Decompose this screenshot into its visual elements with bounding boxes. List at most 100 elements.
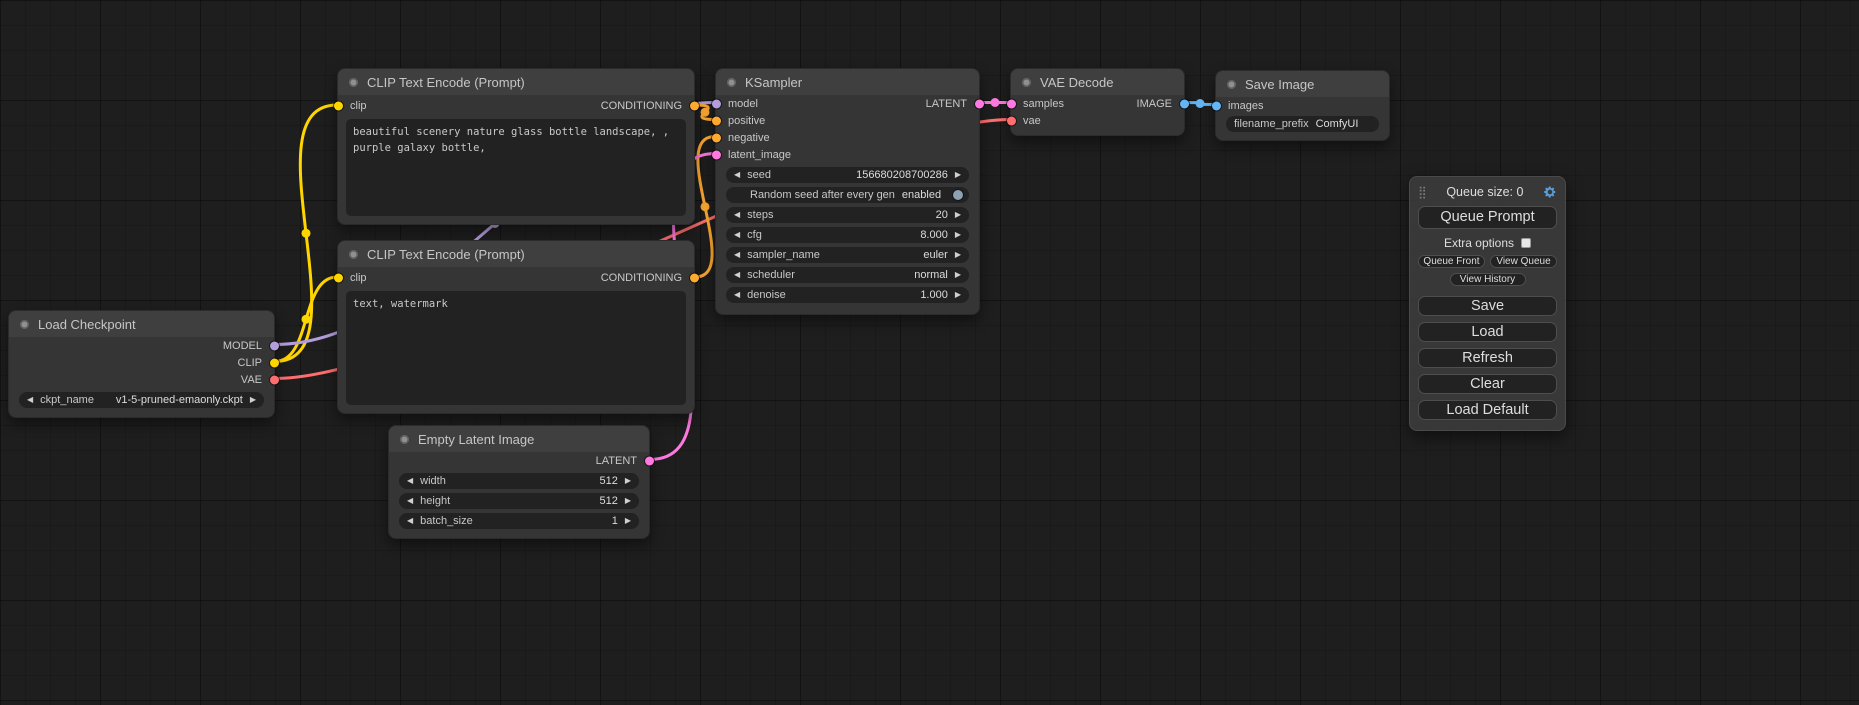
drag-handle-icon[interactable]: ⣿ <box>1418 186 1427 198</box>
height-stepper[interactable]: ◀ height 512 ▶ <box>399 493 639 509</box>
sampler-name-combo[interactable]: ◀ sampler_name euler ▶ <box>726 247 969 263</box>
increment-arrow-icon[interactable]: ▶ <box>625 517 631 525</box>
node-titlebar[interactable]: KSampler <box>716 69 979 95</box>
conditioning-output-slot[interactable] <box>690 274 699 283</box>
node-titlebar[interactable]: Empty Latent Image <box>389 426 649 452</box>
clear-button[interactable]: Clear <box>1418 374 1557 394</box>
collapse-toggle-icon[interactable] <box>1227 80 1236 89</box>
decrement-arrow-icon[interactable]: ◀ <box>27 396 33 404</box>
node-titlebar[interactable]: Save Image <box>1216 71 1389 97</box>
clip-output-slot[interactable] <box>270 358 279 367</box>
node-empty-latent-image[interactable]: Empty Latent Image LATENT ◀ width 512 ▶ … <box>388 425 650 539</box>
decrement-arrow-icon[interactable]: ◀ <box>734 291 740 299</box>
increment-arrow-icon[interactable]: ▶ <box>625 497 631 505</box>
images-input-slot[interactable] <box>1212 101 1221 110</box>
positive-input-label: positive <box>728 115 765 127</box>
queue-panel[interactable]: ⣿ Queue size: 0 Queue Prompt Extra optio… <box>1409 176 1566 431</box>
conditioning-output-slot[interactable] <box>690 102 699 111</box>
increment-arrow-icon[interactable]: ▶ <box>955 211 961 219</box>
collapse-toggle-icon[interactable] <box>20 320 29 329</box>
node-clip-text-encode-positive[interactable]: CLIP Text Encode (Prompt) clip CONDITION… <box>337 68 695 225</box>
ckpt-name-combo[interactable]: ◀ ckpt_name v1-5-pruned-emaonly.ckpt ▶ <box>19 392 264 408</box>
increment-arrow-icon[interactable]: ▶ <box>250 396 256 404</box>
comfyui-canvas[interactable]: { "colors": { "model": "#B39DDB", "clip"… <box>0 0 1859 705</box>
clip-input-slot[interactable] <box>334 274 343 283</box>
decrement-arrow-icon[interactable]: ◀ <box>734 231 740 239</box>
vae-output-slot[interactable] <box>270 375 279 384</box>
negative-input-slot[interactable] <box>712 133 721 142</box>
seed-stepper[interactable]: ◀ seed 156680208700286 ▶ <box>726 167 969 183</box>
node-titlebar[interactable]: CLIP Text Encode (Prompt) <box>338 69 694 95</box>
node-title: KSampler <box>745 75 802 90</box>
node-clip-text-encode-negative[interactable]: CLIP Text Encode (Prompt) clip CONDITION… <box>337 240 695 414</box>
negative-prompt-textarea[interactable]: text, watermark <box>346 291 686 405</box>
decrement-arrow-icon[interactable]: ◀ <box>407 477 413 485</box>
load-button[interactable]: Load <box>1418 322 1557 342</box>
collapse-toggle-icon[interactable] <box>349 78 358 87</box>
increment-arrow-icon[interactable]: ▶ <box>955 171 961 179</box>
positive-input-slot[interactable] <box>712 116 721 125</box>
collapse-toggle-icon[interactable] <box>400 435 409 444</box>
view-history-button[interactable]: View History <box>1450 273 1526 286</box>
latent-output-slot[interactable] <box>645 456 654 465</box>
decrement-arrow-icon[interactable]: ◀ <box>734 271 740 279</box>
steps-stepper[interactable]: ◀ steps 20 ▶ <box>726 207 969 223</box>
queue-prompt-button[interactable]: Queue Prompt <box>1418 206 1557 229</box>
model-output-slot[interactable] <box>270 341 279 350</box>
increment-arrow-icon[interactable]: ▶ <box>955 251 961 259</box>
latent-image-input-label: latent_image <box>728 149 791 161</box>
vae-input-label: vae <box>1023 115 1041 127</box>
slot-row: latent_image <box>716 146 979 163</box>
widget-value: ComfyUI <box>1316 118 1359 130</box>
node-vae-decode[interactable]: VAE Decode samples IMAGE vae <box>1010 68 1185 136</box>
clip-input-slot[interactable] <box>334 102 343 111</box>
save-button[interactable]: Save <box>1418 296 1557 316</box>
increment-arrow-icon[interactable]: ▶ <box>955 231 961 239</box>
decrement-arrow-icon[interactable]: ◀ <box>734 251 740 259</box>
node-titlebar[interactable]: VAE Decode <box>1011 69 1184 95</box>
batch-size-stepper[interactable]: ◀ batch_size 1 ▶ <box>399 513 639 529</box>
increment-arrow-icon[interactable]: ▶ <box>625 477 631 485</box>
samples-input-slot[interactable] <box>1007 99 1016 108</box>
latent-image-input-slot[interactable] <box>712 150 721 159</box>
node-title: VAE Decode <box>1040 75 1113 90</box>
node-ksampler[interactable]: KSampler model LATENT positive negative … <box>715 68 980 315</box>
cfg-stepper[interactable]: ◀ cfg 8.000 ▶ <box>726 227 969 243</box>
decrement-arrow-icon[interactable]: ◀ <box>407 497 413 505</box>
collapse-toggle-icon[interactable] <box>349 250 358 259</box>
node-load-checkpoint[interactable]: Load Checkpoint MODEL CLIP VAE ◀ ckpt_na… <box>8 310 275 418</box>
queue-front-button[interactable]: Queue Front <box>1418 255 1485 268</box>
filename-prefix-field[interactable]: filename_prefix ComfyUI <box>1226 116 1379 132</box>
slot-row: images <box>1216 97 1389 114</box>
node-titlebar[interactable]: Load Checkpoint <box>9 311 274 337</box>
scheduler-combo[interactable]: ◀ scheduler normal ▶ <box>726 267 969 283</box>
collapse-toggle-icon[interactable] <box>1022 78 1031 87</box>
slot-row: CLIP <box>9 354 274 371</box>
node-title: Empty Latent Image <box>418 432 534 447</box>
positive-prompt-textarea[interactable]: beautiful scenery nature glass bottle la… <box>346 119 686 216</box>
width-stepper[interactable]: ◀ width 512 ▶ <box>399 473 639 489</box>
settings-gear-icon[interactable] <box>1543 185 1557 199</box>
decrement-arrow-icon[interactable]: ◀ <box>734 211 740 219</box>
model-input-label: model <box>728 98 758 110</box>
collapse-toggle-icon[interactable] <box>727 78 736 87</box>
vae-input-slot[interactable] <box>1007 116 1016 125</box>
denoise-stepper[interactable]: ◀ denoise 1.000 ▶ <box>726 287 969 303</box>
increment-arrow-icon[interactable]: ▶ <box>955 291 961 299</box>
decrement-arrow-icon[interactable]: ◀ <box>734 171 740 179</box>
image-output-slot[interactable] <box>1180 99 1189 108</box>
widget-label: seed <box>747 169 771 181</box>
node-titlebar[interactable]: CLIP Text Encode (Prompt) <box>338 241 694 267</box>
load-default-button[interactable]: Load Default <box>1418 400 1557 420</box>
widget-label: height <box>420 495 450 507</box>
decrement-arrow-icon[interactable]: ◀ <box>407 517 413 525</box>
refresh-button[interactable]: Refresh <box>1418 348 1557 368</box>
toggle-knob[interactable] <box>953 190 963 200</box>
view-queue-button[interactable]: View Queue <box>1490 255 1557 268</box>
model-input-slot[interactable] <box>712 99 721 108</box>
random-seed-toggle[interactable]: Random seed after every gen enabled <box>726 187 969 203</box>
increment-arrow-icon[interactable]: ▶ <box>955 271 961 279</box>
extra-options-checkbox[interactable] <box>1521 238 1531 248</box>
latent-output-slot[interactable] <box>975 99 984 108</box>
node-save-image[interactable]: Save Image images filename_prefix ComfyU… <box>1215 70 1390 141</box>
